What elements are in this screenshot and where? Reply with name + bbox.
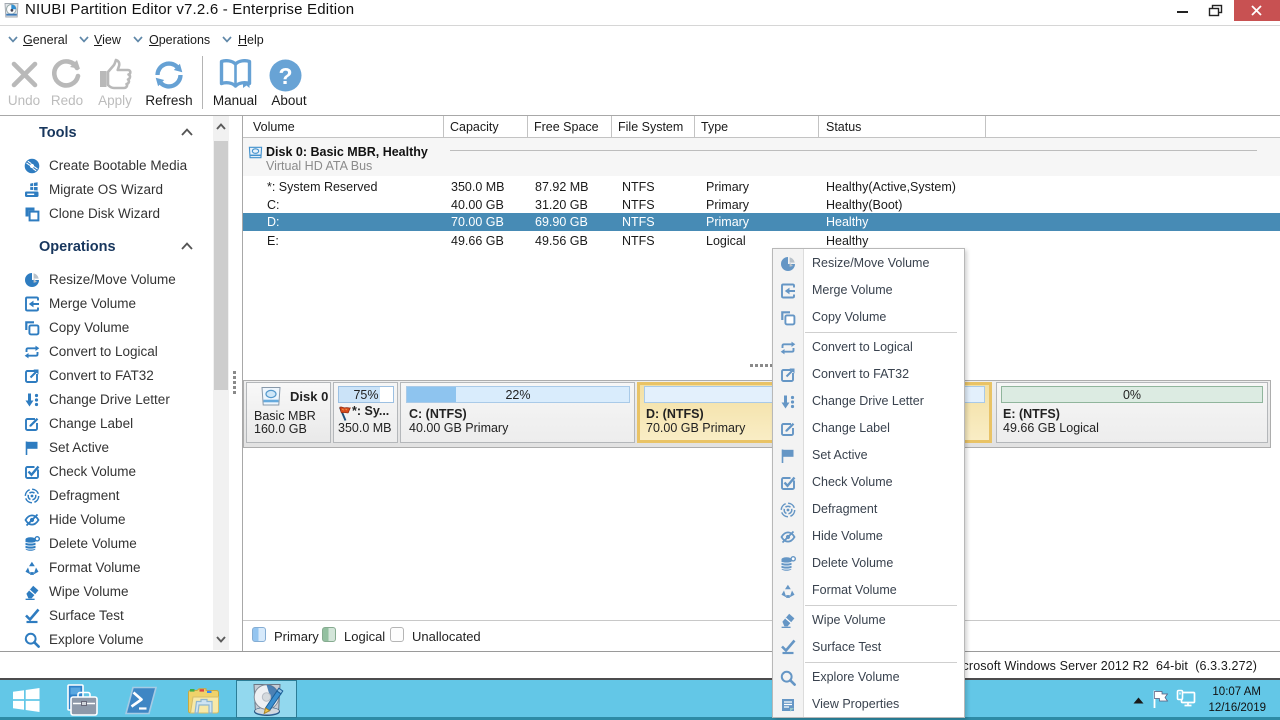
svg-text:?: ? [278, 63, 292, 89]
